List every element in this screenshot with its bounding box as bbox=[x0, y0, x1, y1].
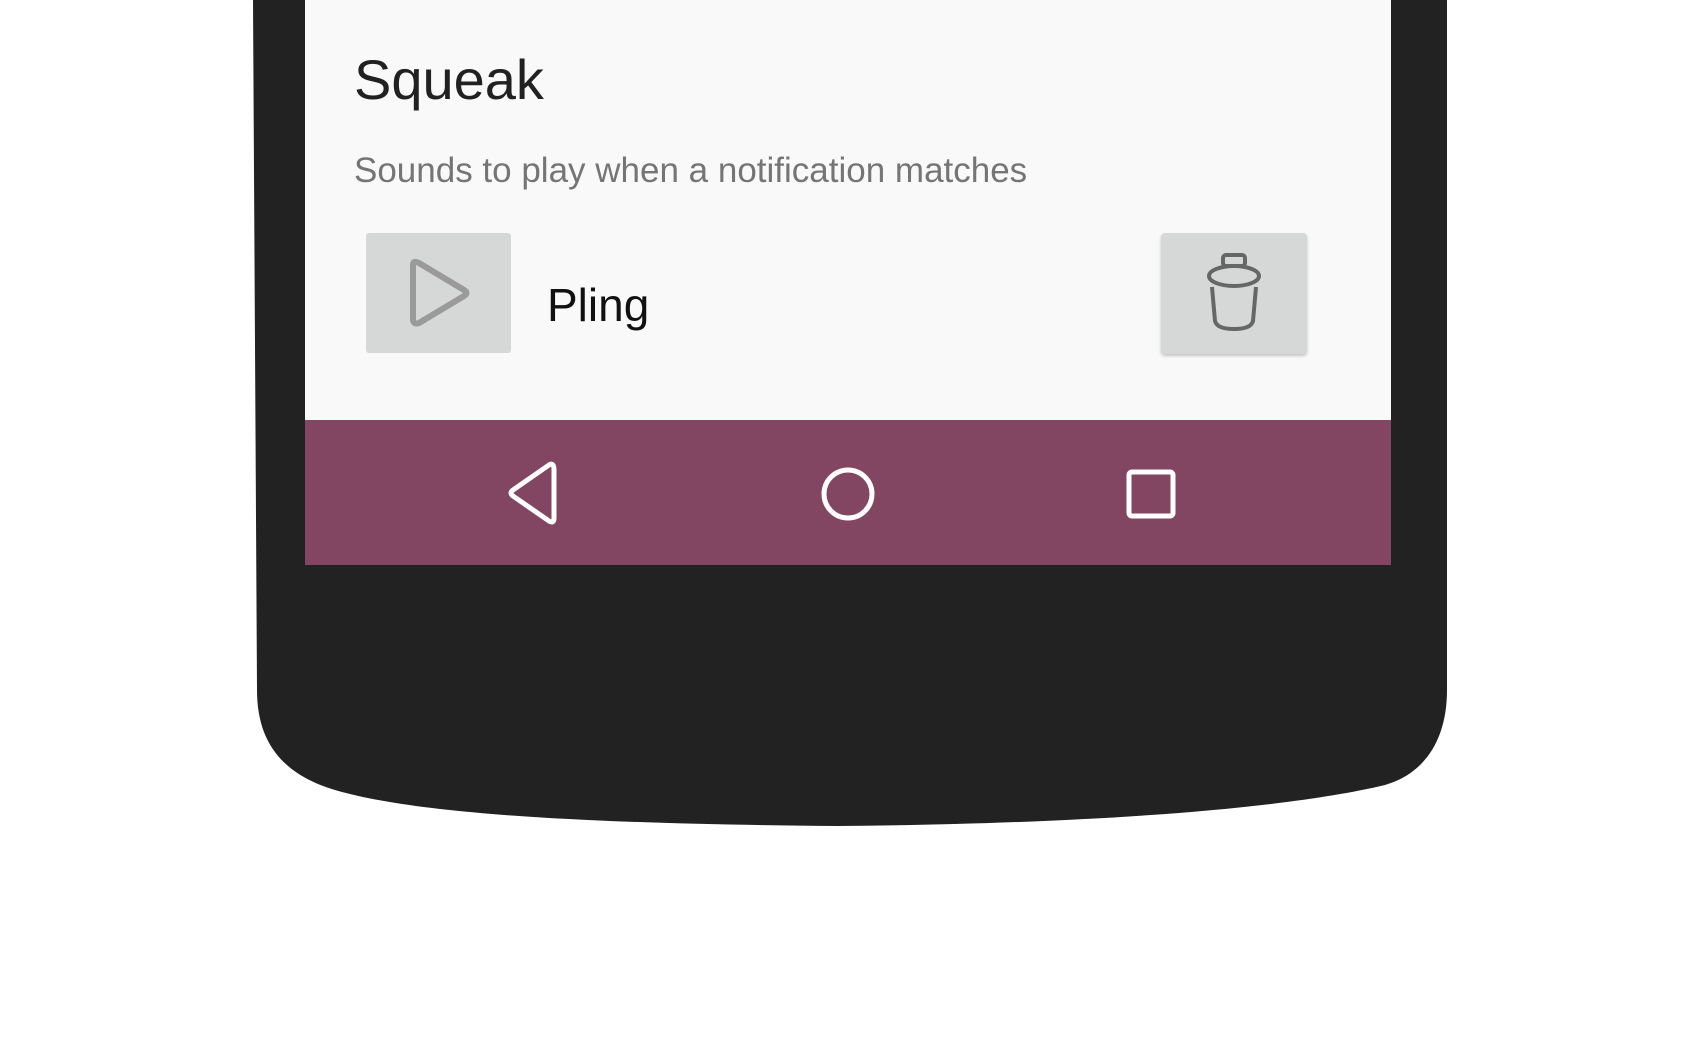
home-button[interactable] bbox=[794, 420, 904, 565]
play-icon bbox=[410, 258, 470, 327]
page-title: Squeak bbox=[354, 48, 544, 111]
recents-button[interactable] bbox=[1096, 420, 1206, 565]
sound-name: Pling bbox=[547, 279, 650, 331]
app-screen: Squeak Sounds to play when a notificatio… bbox=[305, 0, 1391, 565]
trash-icon bbox=[1207, 253, 1261, 331]
navigation-bar bbox=[305, 420, 1391, 565]
back-button[interactable] bbox=[492, 420, 602, 565]
page-subtitle: Sounds to play when a notification match… bbox=[354, 151, 1028, 190]
recents-square-icon bbox=[1126, 469, 1176, 519]
phone-device: Squeak Sounds to play when a notificatio… bbox=[0, 0, 1690, 1063]
home-circle-icon bbox=[821, 467, 875, 521]
delete-button[interactable] bbox=[1161, 233, 1307, 354]
play-button[interactable] bbox=[366, 233, 511, 353]
back-triangle-icon bbox=[508, 461, 557, 525]
